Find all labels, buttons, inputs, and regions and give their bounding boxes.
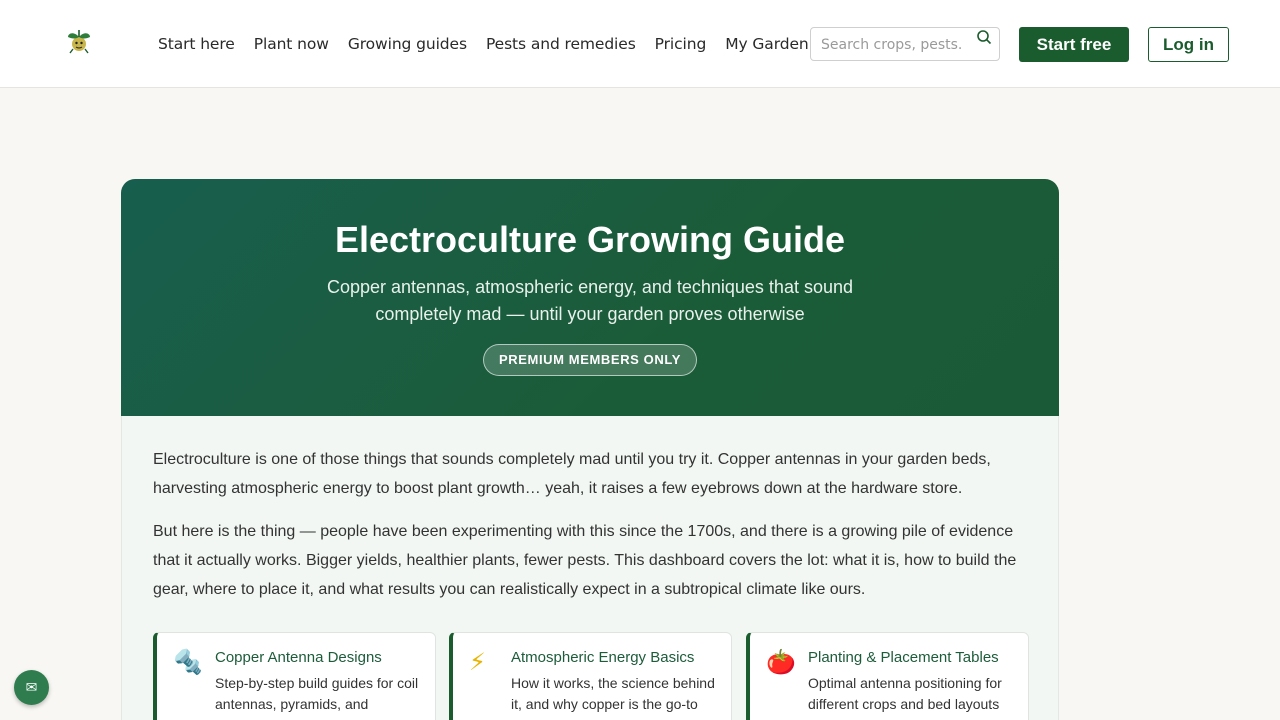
intro-content: Electroculture is one of those things th… bbox=[121, 416, 1059, 720]
page-title: Electroculture Growing Guide bbox=[334, 219, 846, 260]
tomato-icon: 🍅 bbox=[766, 648, 796, 676]
search-input[interactable] bbox=[821, 35, 961, 55]
chat-button[interactable]: ✉ bbox=[14, 670, 49, 705]
hero-banner: Electroculture Growing Guide Copper ante… bbox=[121, 179, 1059, 416]
card-title[interactable]: Atmospheric Energy Basics bbox=[511, 649, 726, 666]
top-navigation-bar: Start here Plant now Growing guides Pest… bbox=[0, 0, 1280, 88]
mail-icon: ✉ bbox=[25, 679, 38, 695]
intro-paragraph: Electroculture is one of those things th… bbox=[153, 451, 991, 497]
nav-link-my-garden[interactable]: My Garden bbox=[725, 35, 808, 53]
start-free-button[interactable]: Start free bbox=[1019, 27, 1129, 62]
lightning-icon: ⚡ bbox=[469, 648, 486, 676]
hero-subtitle: Copper antennas, atmospheric energy, and… bbox=[326, 277, 854, 324]
log-in-button[interactable]: Log in bbox=[1148, 27, 1229, 62]
card-copper-antenna-designs[interactable]: 🔩 Copper Antenna Designs Step-by-step bu… bbox=[153, 632, 436, 720]
nav-link-pests-and-remedies[interactable]: Pests and remedies bbox=[486, 35, 636, 53]
search-icon[interactable] bbox=[975, 28, 993, 46]
card-title[interactable]: Copper Antenna Designs bbox=[215, 649, 430, 666]
card-planting-placement-tables[interactable]: 🍅 Planting & Placement Tables Optimal an… bbox=[746, 632, 1029, 720]
main-nav: Start here Plant now Growing guides Pest… bbox=[158, 33, 809, 55]
nav-link-growing-guides[interactable]: Growing guides bbox=[348, 35, 467, 53]
intro-paragraph: But here is the thing — people have been… bbox=[153, 523, 1017, 598]
card-description: Step-by-step build guides for coil anten… bbox=[215, 675, 419, 712]
nav-link-plant-now[interactable]: Plant now bbox=[254, 35, 329, 53]
bolt-nut-icon: 🔩 bbox=[173, 648, 203, 676]
card-title[interactable]: Planting & Placement Tables bbox=[808, 649, 1023, 666]
card-description: Optimal antenna positioning for differen… bbox=[808, 675, 1002, 712]
plant-logo-icon[interactable] bbox=[64, 27, 94, 57]
search-box bbox=[810, 27, 1000, 61]
premium-badge: PREMIUM MEMBERS ONLY bbox=[483, 344, 697, 376]
nav-link-pricing[interactable]: Pricing bbox=[655, 35, 707, 53]
card-atmospheric-energy-basics[interactable]: ⚡ Atmospheric Energy Basics How it works… bbox=[449, 632, 732, 720]
nav-link-start-here[interactable]: Start here bbox=[158, 35, 235, 53]
card-description: How it works, the science behind it, and… bbox=[511, 675, 715, 712]
